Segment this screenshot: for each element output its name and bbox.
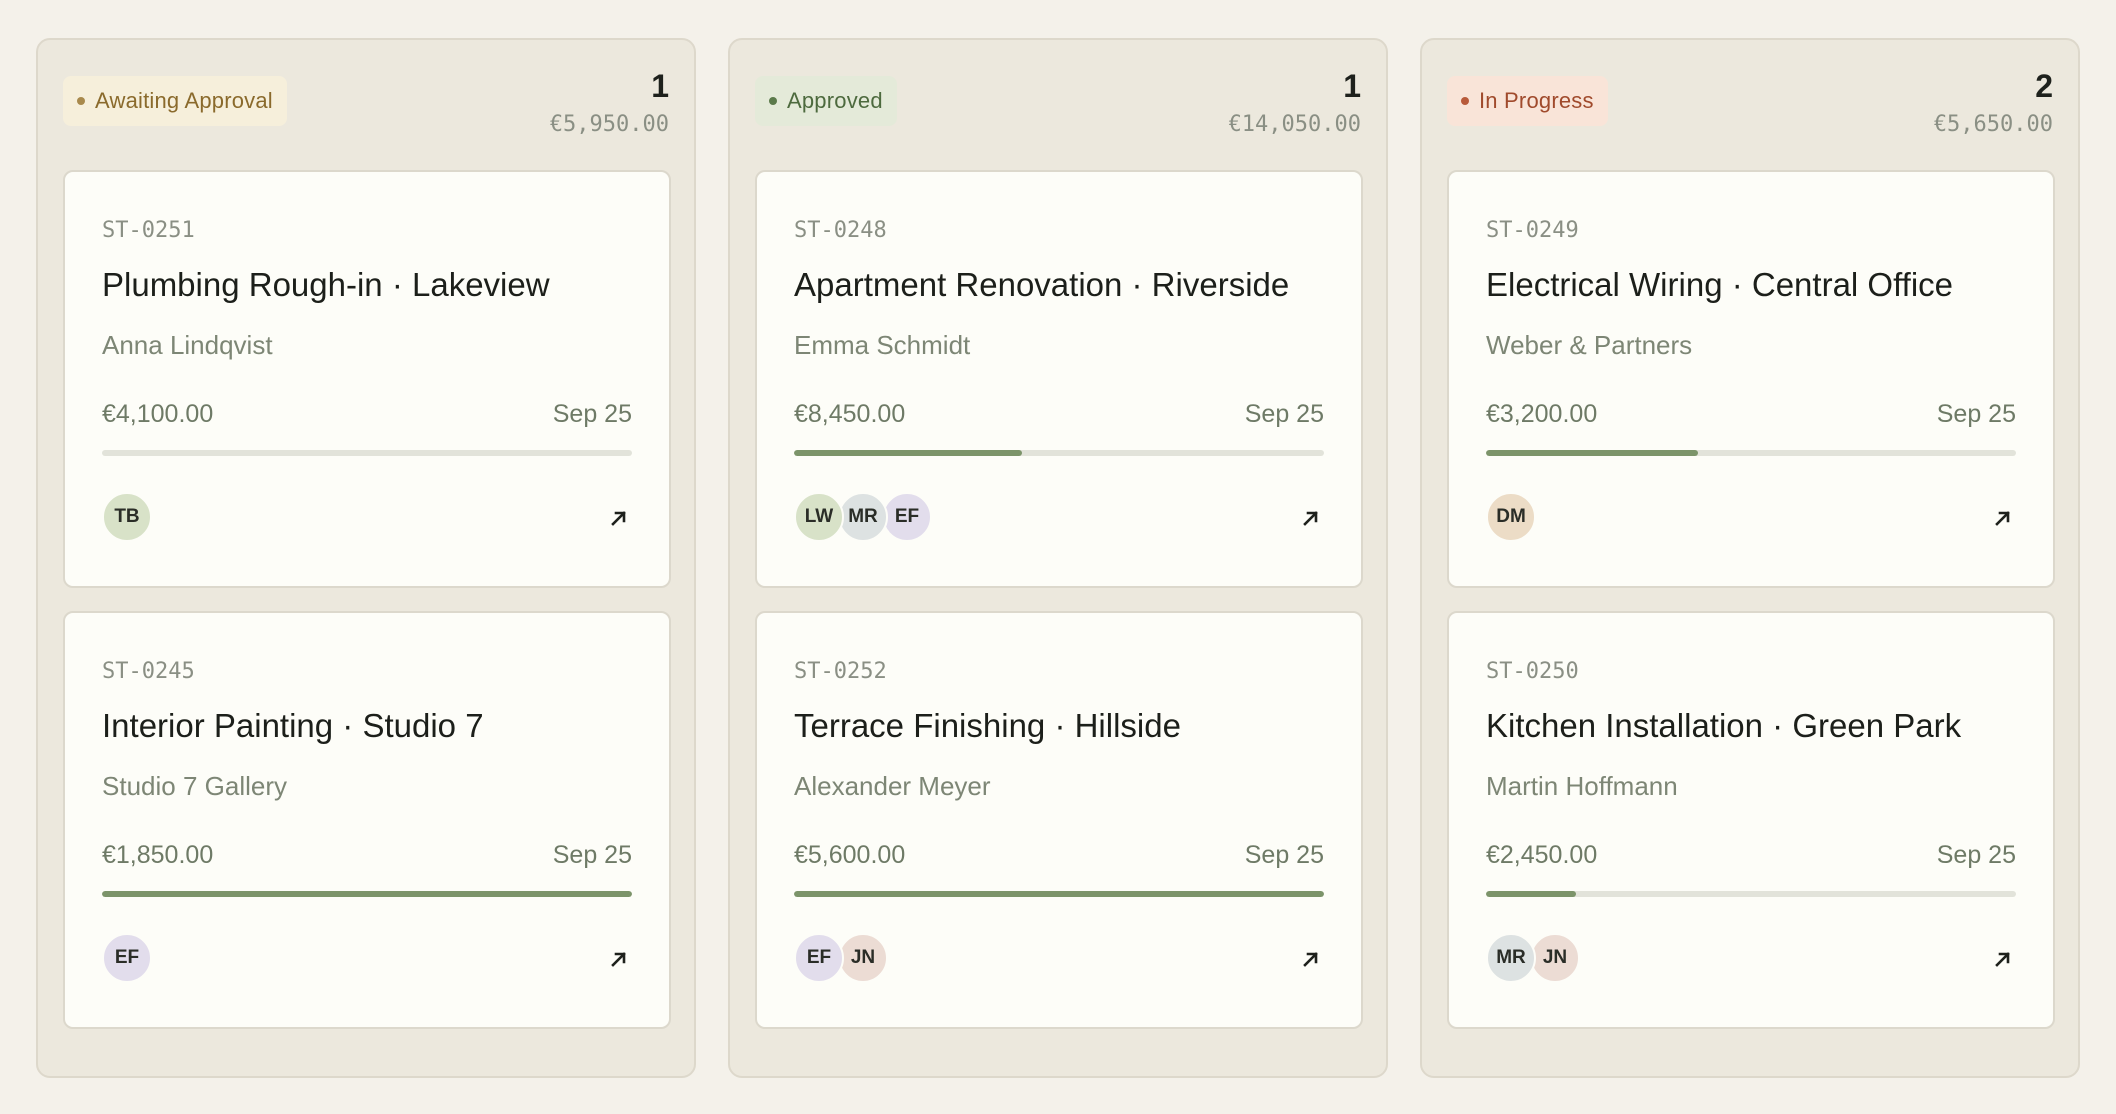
- avatar: JN: [1530, 933, 1580, 983]
- column-count: 2: [2035, 68, 2053, 104]
- open-card-button[interactable]: [603, 502, 635, 534]
- avatar: JN: [838, 933, 888, 983]
- open-card-button[interactable]: [1987, 502, 2019, 534]
- job-date: Sep 25: [552, 841, 632, 869]
- job-amount: €1,850.00: [102, 841, 214, 869]
- job-date: Sep 25: [1244, 841, 1324, 869]
- status-column: In Progress 2 €5,650.00 ST-0249 Electrical W…: [1420, 38, 2080, 1078]
- job-amount: €2,450.00: [1486, 841, 1598, 869]
- progress-fill: [1486, 450, 1698, 456]
- arrow-up-right-icon: [1303, 511, 1318, 526]
- status-label: Awaiting Approval: [95, 88, 273, 113]
- job-date: Sep 25: [1936, 400, 2016, 428]
- job-date: Sep 25: [552, 400, 632, 428]
- progress-fill: [794, 891, 1324, 897]
- job-card[interactable]: ST-0245 Interior Painting · Studio 7 Studi…: [63, 611, 671, 1029]
- job-amount: €4,100.00: [102, 400, 214, 428]
- progress-fill: [794, 450, 1022, 456]
- arrow-up-right-icon: [611, 952, 626, 967]
- job-card[interactable]: ST-0252 Terrace Finishing · Hillside Alexa…: [755, 611, 1363, 1029]
- status-dot-icon: [1461, 97, 1469, 105]
- column-header: Approved 1 €14,050.00: [755, 40, 1361, 170]
- avatar: MR: [1486, 933, 1536, 983]
- open-card-button[interactable]: [1295, 943, 1327, 975]
- column-total: €5,650.00: [1933, 112, 2053, 137]
- column-header: Awaiting Approval 1 €5,950.00: [63, 40, 669, 170]
- job-amount: €8,450.00: [794, 400, 906, 428]
- assignee-avatars: EF JN: [794, 933, 888, 983]
- job-id: ST-0248: [794, 218, 887, 243]
- job-id: ST-0249: [1486, 218, 1579, 243]
- assignee-avatars: EF: [102, 933, 152, 983]
- avatar: DM: [1486, 492, 1536, 542]
- job-title: Electrical Wiring · Central Office: [1486, 266, 1954, 303]
- job-id: ST-0245: [102, 659, 195, 684]
- job-date: Sep 25: [1244, 400, 1324, 428]
- status-column: Awaiting Approval 1 €5,950.00 ST-0251 Plumbi…: [36, 38, 696, 1078]
- job-title: Apartment Renovation · Riverside: [794, 266, 1290, 303]
- client-name: Martin Hoffmann: [1486, 771, 1678, 801]
- open-card-button[interactable]: [1987, 943, 2019, 975]
- column-count: 1: [1343, 68, 1361, 104]
- progress-bar: [1486, 450, 2016, 456]
- status-dot-icon: [77, 97, 85, 105]
- job-date: Sep 25: [1936, 841, 2016, 869]
- job-card[interactable]: ST-0251 Plumbing Rough-in · Lakeview Anna …: [63, 170, 671, 588]
- assignee-avatars: DM: [1486, 492, 1536, 542]
- status-badge: In Progress: [1447, 76, 1608, 126]
- client-name: Studio 7 Gallery: [102, 771, 287, 801]
- job-card[interactable]: ST-0249 Electrical Wiring · Central Offic…: [1447, 170, 2055, 588]
- job-id: ST-0252: [794, 659, 887, 684]
- job-title: Terrace Finishing · Hillside: [794, 707, 1181, 744]
- status-column: Approved 1 €14,050.00 ST-0248 Apartment Reno…: [728, 38, 1388, 1078]
- progress-bar: [1486, 891, 2016, 897]
- progress-bar: [102, 450, 632, 456]
- job-id: ST-0251: [102, 218, 195, 243]
- avatar: LW: [794, 492, 844, 542]
- progress-bar: [794, 450, 1324, 456]
- avatar: MR: [838, 492, 888, 542]
- avatar: TB: [102, 492, 152, 542]
- status-label: Approved: [787, 88, 883, 113]
- status-label: In Progress: [1479, 88, 1594, 113]
- assignee-avatars: TB: [102, 492, 152, 542]
- progress-fill: [1486, 891, 1577, 897]
- client-name: Anna Lindqvist: [102, 330, 273, 360]
- arrow-up-right-icon: [1995, 952, 2010, 967]
- job-amount: €3,200.00: [1486, 400, 1598, 428]
- avatar: EF: [794, 933, 844, 983]
- open-card-button[interactable]: [1295, 502, 1327, 534]
- column-total: €14,050.00: [1228, 112, 1361, 137]
- job-title: Interior Painting · Studio 7: [102, 707, 484, 744]
- job-amount: €5,600.00: [794, 841, 906, 869]
- avatar: EF: [102, 933, 152, 983]
- arrow-up-right-icon: [611, 511, 626, 526]
- column-count: 1: [651, 68, 669, 104]
- status-badge: Awaiting Approval: [63, 76, 287, 126]
- arrow-up-right-icon: [1995, 511, 2010, 526]
- job-card[interactable]: ST-0248 Apartment Renovation · Riverside E…: [755, 170, 1363, 588]
- status-badge: Approved: [755, 76, 897, 126]
- job-title: Kitchen Installation · Green Park: [1486, 707, 1962, 744]
- progress-bar: [102, 891, 632, 897]
- job-card[interactable]: ST-0250 Kitchen Installation · Green Park…: [1447, 611, 2055, 1029]
- progress-fill: [102, 891, 632, 897]
- client-name: Alexander Meyer: [794, 771, 991, 801]
- avatar: EF: [882, 492, 932, 542]
- arrow-up-right-icon: [1303, 952, 1318, 967]
- job-title: Plumbing Rough-in · Lakeview: [102, 266, 550, 303]
- assignee-avatars: LW MR EF: [794, 492, 932, 542]
- client-name: Emma Schmidt: [794, 330, 971, 360]
- job-id: ST-0250: [1486, 659, 1579, 684]
- column-total: €5,950.00: [549, 112, 669, 137]
- kanban-board: Awaiting Approval 1 €5,950.00 ST-0251 Plumbi…: [36, 38, 2080, 1078]
- open-card-button[interactable]: [603, 943, 635, 975]
- status-dot-icon: [769, 97, 777, 105]
- progress-bar: [794, 891, 1324, 897]
- client-name: Weber & Partners: [1486, 330, 1693, 360]
- assignee-avatars: MR JN: [1486, 933, 1580, 983]
- column-header: In Progress 2 €5,650.00: [1447, 40, 2053, 170]
